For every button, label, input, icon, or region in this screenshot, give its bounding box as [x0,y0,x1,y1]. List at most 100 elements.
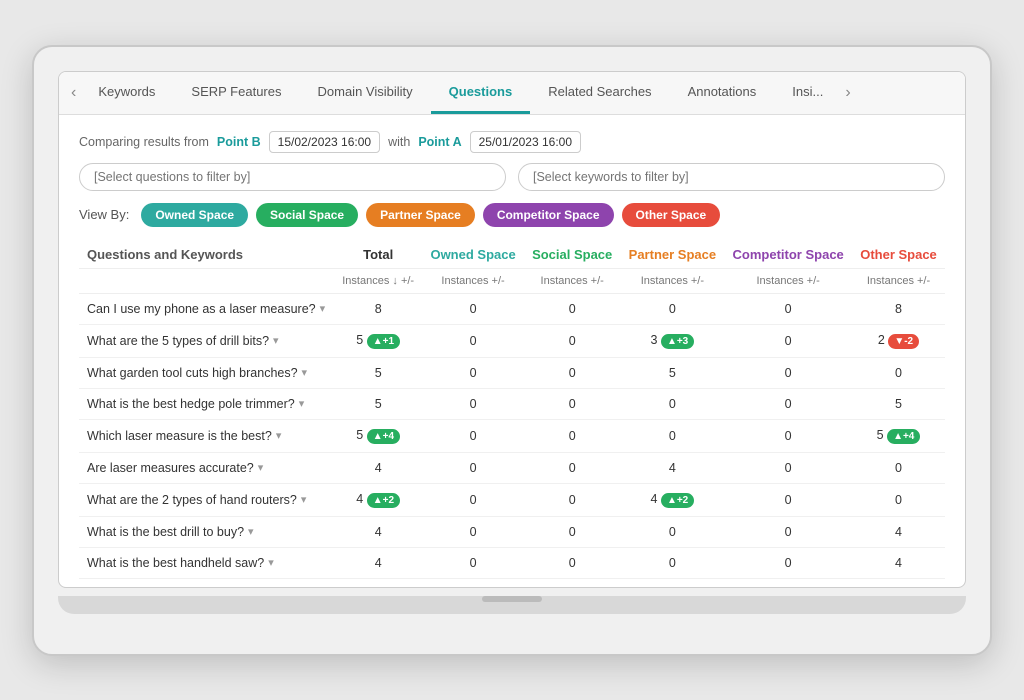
questions-filter-input[interactable] [79,163,506,191]
sub-header-competitor: Instances +/- [724,268,852,293]
point-a-date: 25/01/2023 16:00 [470,131,581,153]
social-cell: 0 [524,357,621,388]
partner-cell: 0 [620,388,724,419]
social-cell: 0 [524,419,621,452]
partner-space-button[interactable]: Partner Space [366,203,475,227]
compare-prefix: Comparing results from [79,135,209,149]
main-content: Comparing results from Point B 15/02/202… [59,115,965,587]
chevron-down-icon: ▾ [301,493,307,506]
col-header-owned: Owned Space [422,241,524,269]
sub-header-partner: Instances +/- [620,268,724,293]
question-cell[interactable]: Which laser measure is the best? ▾ [79,419,334,452]
table-row: Can I use my phone as a laser measure? ▾… [79,293,945,324]
competitor-cell: 0 [724,547,852,578]
change-badge: ▲+2 [661,493,694,508]
sub-header-total: Instances ↓ +/- [334,268,422,293]
col-header-competitor: Competitor Space [724,241,852,269]
social-cell: 0 [524,324,621,357]
sub-header-questions [79,268,334,293]
question-text: What are the 5 types of drill bits? [87,334,269,348]
col-header-total: Total [334,241,422,269]
question-cell[interactable]: What are the 5 types of drill bits? ▾ [79,324,334,357]
compare-row: Comparing results from Point B 15/02/202… [79,131,945,153]
question-text: Are laser measures accurate? [87,461,254,475]
table-row: What are the 2 types of hand routers? ▾ … [79,483,945,516]
sub-header-other: Instances +/- [852,268,945,293]
question-text: What is the best hedge pole trimmer? [87,397,295,411]
tab-domain-visibility[interactable]: Domain Visibility [300,72,431,114]
chevron-down-icon: ▾ [268,556,274,569]
social-cell: 0 [524,547,621,578]
col-header-questions: Questions and Keywords [79,241,334,269]
change-badge: ▲+4 [887,429,920,444]
tab-questions[interactable]: Questions [431,72,531,114]
table-row: Are laser measures accurate? ▾ 4 0 0 4 0… [79,452,945,483]
question-cell[interactable]: Can I use my phone as a laser measure? ▾ [79,293,334,324]
competitor-cell: 0 [724,452,852,483]
total-cell: 4 ▲+2 [334,483,422,516]
tabs-bar: ‹ Keywords SERP Features Domain Visibili… [59,72,965,115]
owned-cell: 0 [422,547,524,578]
col-header-social: Social Space [524,241,621,269]
table-row: What is the best hedge pole trimmer? ▾ 5… [79,388,945,419]
owned-cell: 0 [422,388,524,419]
point-b-label: Point B [217,135,261,149]
change-badge: ▲+1 [367,334,400,349]
question-cell[interactable]: What is the best drill to buy? ▾ [79,516,334,547]
tab-annotations[interactable]: Annotations [670,72,775,114]
other-cell: 0 [852,357,945,388]
tab-keywords[interactable]: Keywords [80,72,173,114]
question-text: What is the best handheld saw? [87,556,264,570]
question-text: What garden tool cuts high branches? [87,366,298,380]
question-text: What is the best drill to buy? [87,525,244,539]
chevron-down-icon: ▾ [320,302,326,315]
other-cell: 4 [852,516,945,547]
change-badge: ▲+2 [367,493,400,508]
table-row: What is the best handheld saw? ▾ 4 0 0 0… [79,547,945,578]
total-cell: 8 [334,293,422,324]
competitor-space-button[interactable]: Competitor Space [483,203,614,227]
other-cell: 4 [852,547,945,578]
questions-table: Questions and Keywords Total Owned Space… [79,241,945,579]
tab-related-searches[interactable]: Related Searches [530,72,669,114]
owned-space-button[interactable]: Owned Space [141,203,248,227]
chevron-down-icon: ▾ [299,397,305,410]
total-cell: 5 [334,357,422,388]
partner-cell: 0 [620,547,724,578]
other-space-button[interactable]: Other Space [622,203,721,227]
question-cell[interactable]: What is the best hedge pole trimmer? ▾ [79,388,334,419]
tab-insights[interactable]: Insi... [774,72,841,114]
competitor-cell: 0 [724,324,852,357]
partner-cell: 3 ▲+3 [620,324,724,357]
competitor-cell: 0 [724,388,852,419]
total-cell: 5 ▲+1 [334,324,422,357]
view-by-label: View By: [79,207,129,222]
sub-header-social: Instances +/- [524,268,621,293]
point-a-label: Point A [418,135,461,149]
partner-cell: 4 ▲+2 [620,483,724,516]
prev-tab-button[interactable]: ‹ [67,84,80,102]
owned-cell: 0 [422,516,524,547]
question-text: What are the 2 types of hand routers? [87,493,297,507]
question-cell[interactable]: What garden tool cuts high branches? ▾ [79,357,334,388]
chevron-down-icon: ▾ [276,429,282,442]
question-cell[interactable]: What are the 2 types of hand routers? ▾ [79,483,334,516]
other-cell: 5 [852,388,945,419]
owned-cell: 0 [422,419,524,452]
filter-row [79,163,945,191]
competitor-cell: 0 [724,483,852,516]
question-text: Which laser measure is the best? [87,429,272,443]
question-cell[interactable]: Are laser measures accurate? ▾ [79,452,334,483]
table-row: Which laser measure is the best? ▾ 5 ▲+4… [79,419,945,452]
tab-serp-features[interactable]: SERP Features [173,72,299,114]
keywords-filter-input[interactable] [518,163,945,191]
social-space-button[interactable]: Social Space [256,203,358,227]
owned-cell: 0 [422,357,524,388]
total-cell: 4 [334,452,422,483]
chevron-down-icon: ▾ [273,334,279,347]
point-b-date: 15/02/2023 16:00 [269,131,380,153]
next-tab-button[interactable]: › [841,84,854,102]
other-cell: 0 [852,452,945,483]
table-row: What garden tool cuts high branches? ▾ 5… [79,357,945,388]
question-cell[interactable]: What is the best handheld saw? ▾ [79,547,334,578]
